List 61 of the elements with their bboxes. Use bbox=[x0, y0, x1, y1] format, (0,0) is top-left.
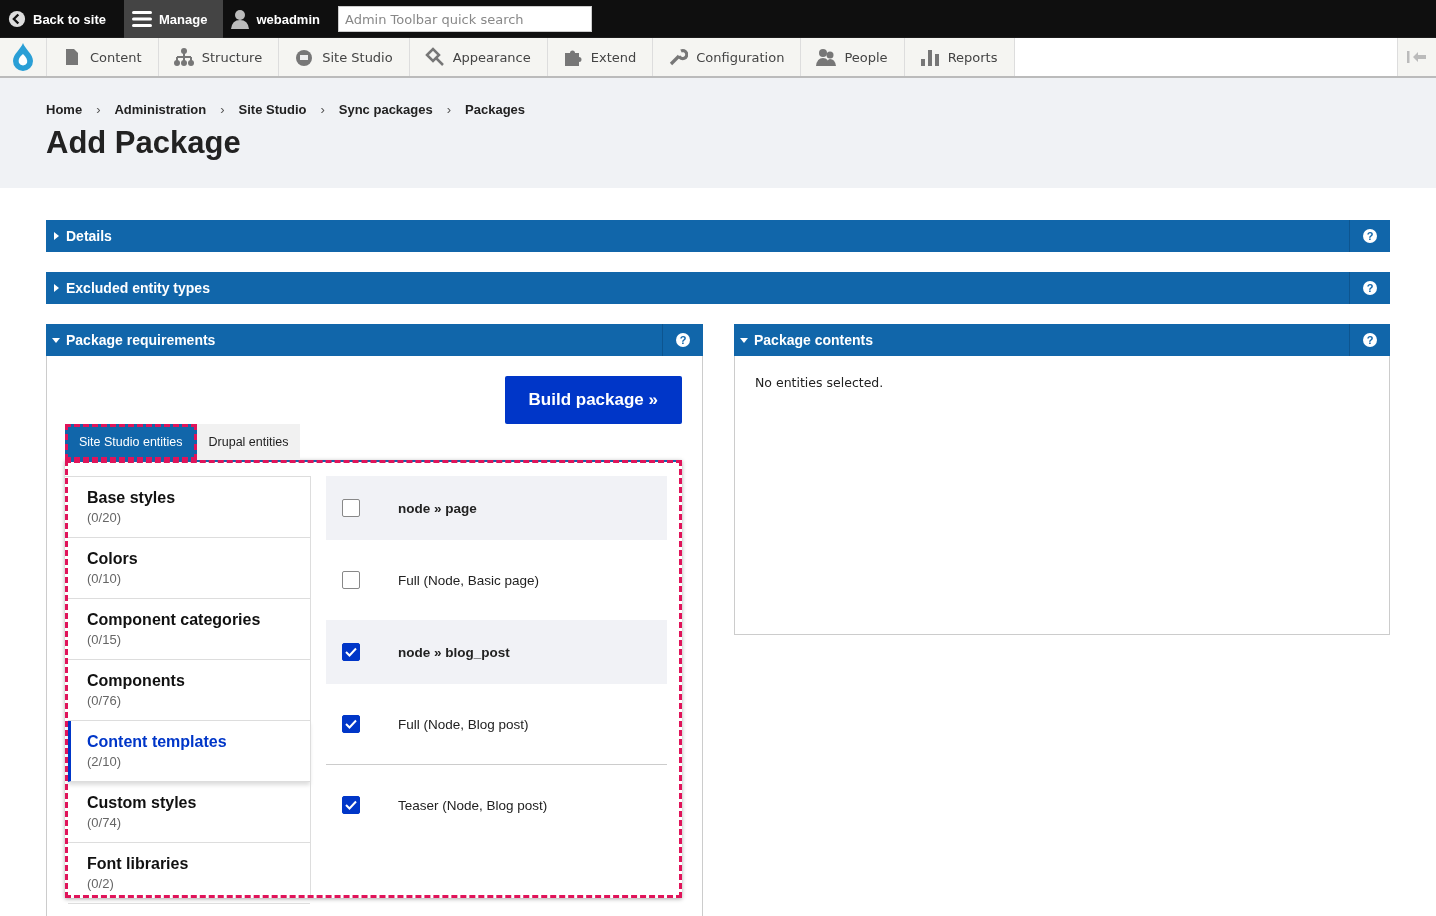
back-to-site-link[interactable]: Back to site bbox=[0, 0, 118, 38]
section-title: Excluded entity types bbox=[66, 280, 211, 296]
breadcrumb-separator: › bbox=[446, 102, 452, 117]
checkbox[interactable] bbox=[342, 715, 360, 733]
toolbar-menu-item[interactable]: Appearance bbox=[409, 38, 548, 76]
toolbar-menu-item[interactable]: Configuration bbox=[653, 38, 802, 76]
help-icon[interactable]: ? bbox=[676, 333, 690, 347]
breadcrumb-link[interactable]: Sync packages bbox=[338, 102, 433, 117]
checkbox[interactable] bbox=[342, 499, 360, 517]
drop-logo-icon[interactable] bbox=[0, 38, 47, 76]
breadcrumb-separator: › bbox=[320, 102, 325, 117]
category-tab[interactable]: Colors (0/10) bbox=[68, 538, 310, 599]
entity-label: Full (Node, Blog post) bbox=[398, 716, 529, 732]
empty-message: No entities selected. bbox=[755, 375, 885, 390]
toolbar-menu-item[interactable]: Reports bbox=[904, 38, 1015, 76]
category-tab[interactable]: Component categories (0/15) bbox=[68, 599, 310, 660]
toolbar-menu-item[interactable]: Extend bbox=[547, 38, 654, 76]
checkbox[interactable] bbox=[342, 643, 360, 661]
help-icon[interactable]: ? bbox=[1363, 333, 1377, 347]
section-title: Package requirements bbox=[66, 332, 217, 348]
tab[interactable]: Drupal entities bbox=[196, 424, 301, 460]
category-tab[interactable]: Components (0/76) bbox=[68, 660, 310, 721]
entity-label: Teaser (Node, Blog post) bbox=[398, 797, 548, 813]
toolbar-menu-item[interactable]: Content bbox=[47, 38, 159, 76]
people-icon bbox=[816, 47, 837, 67]
section-title: Details bbox=[66, 228, 113, 244]
category-tab[interactable]: Font libraries (0/2) bbox=[68, 843, 310, 904]
breadcrumb-link[interactable]: Packages bbox=[465, 102, 526, 117]
help-icon[interactable]: ? bbox=[1363, 229, 1377, 243]
user-menu[interactable]: webadmin bbox=[223, 0, 332, 38]
hierarchy-icon bbox=[173, 47, 194, 67]
checkbox[interactable] bbox=[342, 796, 360, 814]
breadcrumb-separator: › bbox=[220, 102, 225, 117]
checkbox[interactable] bbox=[342, 571, 360, 589]
category-tab[interactable]: Content templates (2/10) bbox=[68, 721, 310, 782]
entity-label: node » blog_post bbox=[398, 644, 510, 660]
breadcrumb-link[interactable]: Site Studio bbox=[238, 102, 307, 117]
breadcrumb-link[interactable]: Home bbox=[46, 102, 83, 117]
entity-label: Full (Node, Basic page) bbox=[398, 572, 540, 588]
toolbar-menu-item[interactable]: Site Studio bbox=[279, 38, 410, 76]
category-tab[interactable]: Custom styles (0/74) bbox=[68, 782, 310, 843]
section-header[interactable]: Excluded entity types ? bbox=[46, 272, 1390, 304]
bar-chart-icon bbox=[919, 47, 940, 67]
toolbar-menu-item[interactable]: Structure bbox=[158, 38, 280, 76]
breadcrumb-separator: › bbox=[96, 102, 101, 117]
entity-label: node » page bbox=[398, 500, 477, 516]
section-title: Package contents bbox=[754, 332, 875, 348]
toolbar-menu-item[interactable]: People bbox=[801, 38, 905, 76]
build-package-button[interactable]: Build package » bbox=[504, 376, 682, 424]
section-header[interactable]: Package requirements ? bbox=[46, 324, 703, 356]
breadcrumb-link[interactable]: Administration bbox=[114, 102, 207, 117]
section-header[interactable]: Package contents ? bbox=[734, 324, 1390, 356]
page-title: Add Package bbox=[46, 125, 242, 161]
help-icon[interactable]: ? bbox=[1363, 281, 1377, 295]
menu-icon bbox=[132, 10, 152, 28]
search-field[interactable]: Admin Toolbar quick search bbox=[337, 6, 592, 32]
tab[interactable]: Site Studio entities bbox=[65, 424, 197, 460]
person-icon bbox=[231, 9, 250, 29]
category-tab[interactable]: Base styles (0/20) bbox=[68, 477, 310, 538]
section-header[interactable]: Details ? bbox=[46, 220, 1390, 252]
manage-tab[interactable]: Manage bbox=[124, 0, 224, 38]
